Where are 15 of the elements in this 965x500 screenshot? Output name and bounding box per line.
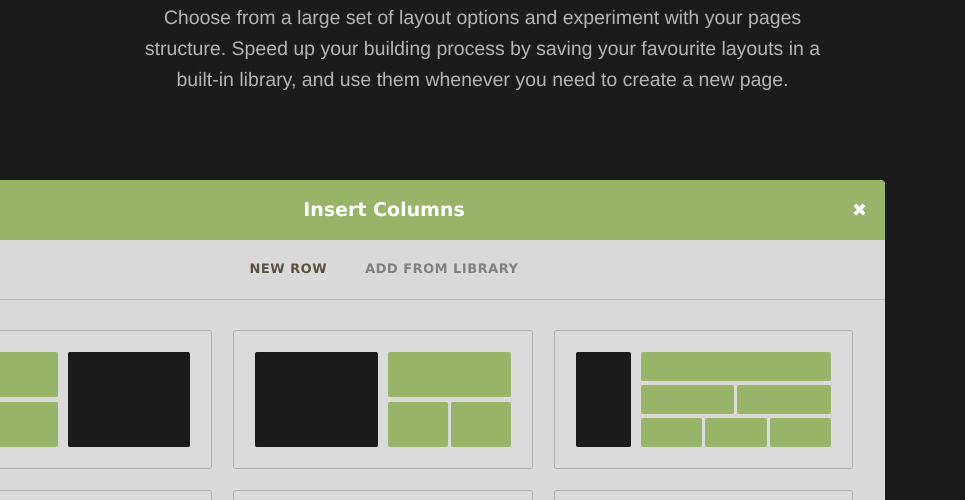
intro-text: structure. Speed up your building process by saving your favourite layouts in a bbox=[144, 37, 820, 62]
layout-cell bbox=[705, 418, 767, 447]
intro-text: built-in library, and use them whenever you need to create a new page. bbox=[176, 68, 789, 93]
tab[interactable]: NEW ROW bbox=[250, 262, 328, 277]
layout-option[interactable] bbox=[233, 330, 533, 469]
layout-option[interactable] bbox=[554, 330, 853, 469]
tab[interactable]: ADD FROM LIBRARY bbox=[365, 262, 518, 277]
layout-option[interactable] bbox=[0, 330, 212, 469]
intro-text: Choose from a large set of layout options and experiment with your pages bbox=[164, 6, 802, 31]
layout-cell bbox=[770, 418, 831, 447]
layout-cell bbox=[450, 402, 511, 447]
dialog-title: Insert Columns bbox=[303, 199, 465, 221]
layout-cell bbox=[388, 402, 448, 447]
layout-cell bbox=[640, 418, 702, 447]
close-button[interactable]: ✖ bbox=[852, 200, 867, 220]
